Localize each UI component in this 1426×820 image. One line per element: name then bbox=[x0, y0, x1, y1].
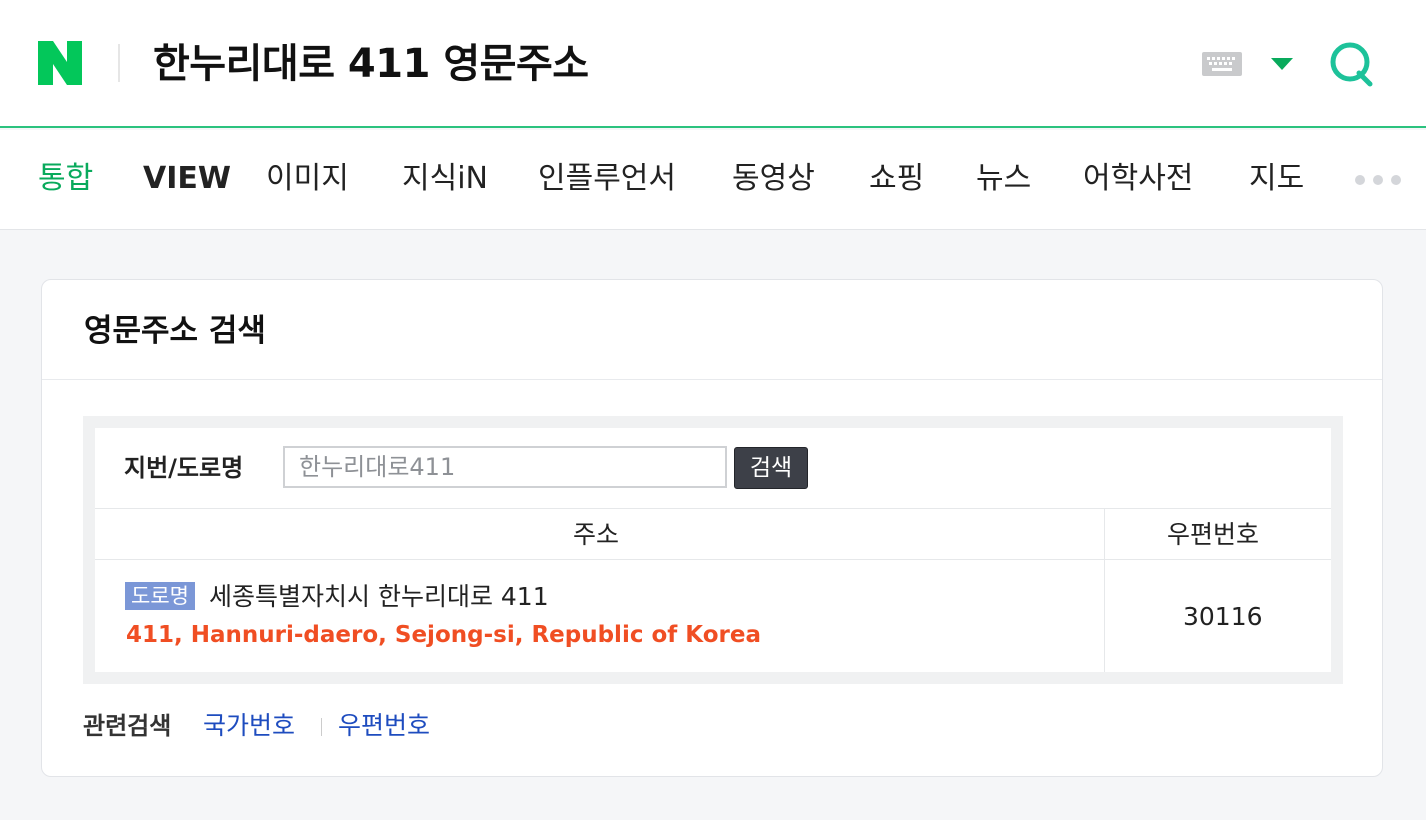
tab-shopping[interactable]: 쇼핑 bbox=[869, 159, 924, 199]
address-search-widget: 지번/도로명 검색 주소 우편번호 도로명 세종특별자치시 한누리대로 411 … bbox=[83, 416, 1343, 684]
road-name-badge: 도로명 bbox=[125, 582, 195, 610]
caret-down-icon[interactable] bbox=[1271, 58, 1293, 70]
more-dots-icon[interactable] bbox=[1354, 174, 1402, 186]
tab-news[interactable]: 뉴스 bbox=[976, 159, 1031, 199]
related-separator bbox=[321, 718, 322, 736]
related-searches-label: 관련검색 bbox=[83, 712, 172, 740]
english-address-card: 영문주소 검색 지번/도로명 검색 주소 우편번호 도로명 세종특별자치시 한누… bbox=[41, 279, 1383, 777]
tab-view[interactable]: VIEW bbox=[143, 159, 231, 199]
column-header-zipcode: 우편번호 bbox=[1167, 520, 1260, 549]
search-row: 지번/도로명 검색 bbox=[95, 428, 1331, 508]
search-query[interactable]: 한누리대로 411 영문주소 bbox=[153, 38, 589, 90]
related-link-zipcode[interactable]: 우편번호 bbox=[338, 708, 430, 744]
search-button[interactable]: 검색 bbox=[734, 447, 808, 489]
search-icon[interactable] bbox=[1328, 40, 1378, 90]
card-divider bbox=[42, 379, 1382, 380]
keyboard-icon[interactable] bbox=[1202, 52, 1242, 76]
tab-influencer[interactable]: 인플루언서 bbox=[538, 159, 676, 199]
korean-address: 세종특별자치시 한누리대로 411 bbox=[209, 582, 549, 611]
related-link-country-code[interactable]: 국가번호 bbox=[203, 708, 295, 744]
tab-images[interactable]: 이미지 bbox=[266, 159, 349, 199]
search-label: 지번/도로명 bbox=[124, 454, 244, 482]
search-tabs: 통합 VIEW 이미지 지식iN 인플루언서 동영상 쇼핑 뉴스 어학사전 지도 bbox=[0, 130, 1426, 230]
tab-knowledge-in[interactable]: 지식iN bbox=[402, 159, 488, 199]
column-header-address: 주소 bbox=[573, 520, 620, 549]
tab-map[interactable]: 지도 bbox=[1249, 159, 1304, 199]
table-row: 도로명 세종특별자치시 한누리대로 411 411, Hannuri-daero… bbox=[95, 560, 1331, 672]
address-search-input[interactable] bbox=[283, 446, 727, 488]
naver-logo-icon[interactable] bbox=[38, 41, 82, 85]
zipcode: 30116 bbox=[1183, 602, 1263, 631]
card-title: 영문주소 검색 bbox=[84, 313, 266, 349]
tab-video[interactable]: 동영상 bbox=[732, 159, 815, 199]
address-search-panel: 지번/도로명 검색 주소 우편번호 도로명 세종특별자치시 한누리대로 411 … bbox=[95, 428, 1331, 672]
tab-integrated[interactable]: 통합 bbox=[38, 159, 93, 199]
search-header: 한누리대로 411 영문주소 bbox=[0, 0, 1426, 128]
tab-dictionary[interactable]: 어학사전 bbox=[1083, 159, 1193, 199]
header-divider bbox=[118, 44, 120, 82]
english-address: 411, Hannuri-daero, Sejong-si, Republic … bbox=[126, 622, 761, 648]
table-header: 주소 우편번호 bbox=[95, 508, 1331, 560]
